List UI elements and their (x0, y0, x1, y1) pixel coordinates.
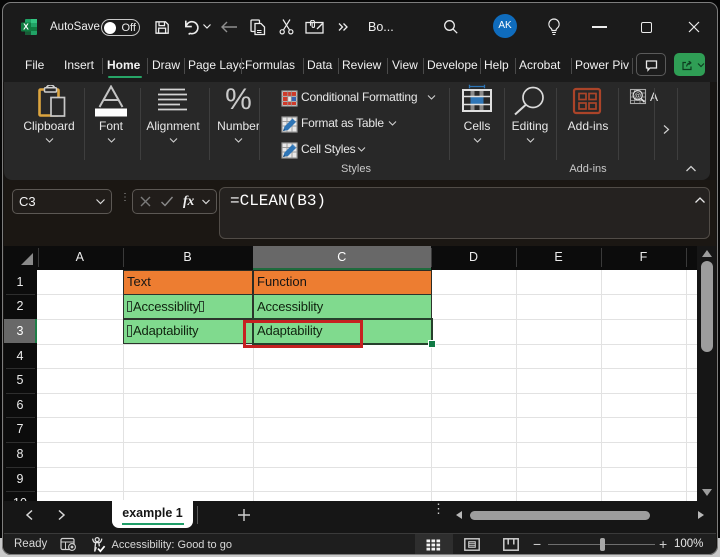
svg-text:@: @ (634, 93, 641, 100)
svg-text:X: X (23, 22, 29, 32)
